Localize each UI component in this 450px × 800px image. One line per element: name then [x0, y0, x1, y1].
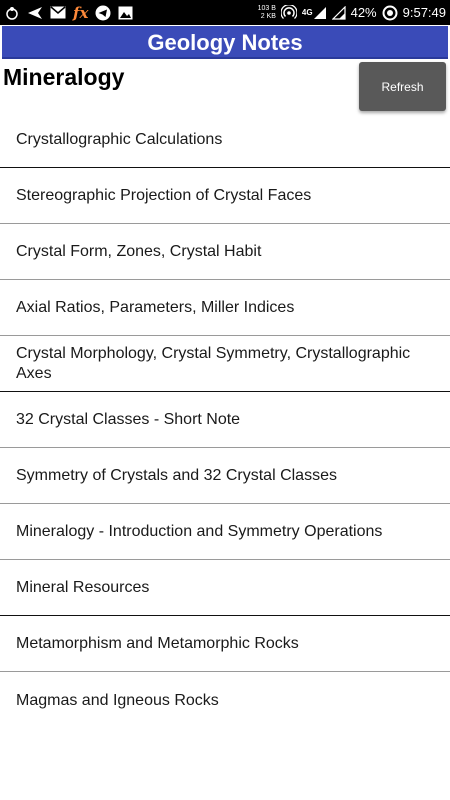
page-title: Mineralogy	[3, 64, 125, 90]
list-item[interactable]: Mineral Resources	[0, 560, 450, 616]
hotspot-icon	[280, 0, 297, 25]
list-item-label: Mineralogy - Introduction and Symmetry O…	[16, 522, 383, 540]
status-bar-notifications: fx	[4, 0, 133, 25]
refresh-button[interactable]: Refresh	[359, 62, 446, 111]
network-speed-value: 103 B	[257, 4, 276, 12]
app-bar: Geology Notes	[2, 26, 448, 59]
network-speed: 103 B 2 KB	[258, 5, 276, 21]
list-item[interactable]: Symmetry of Crystals and 32 Crystal Clas…	[0, 448, 450, 504]
signal-icon: 4G	[302, 0, 327, 25]
clock: 9:57:49	[402, 5, 446, 20]
fx-icon: fx	[73, 3, 89, 22]
list-item-label: Mineral Resources	[16, 578, 150, 596]
send-icon	[27, 0, 43, 25]
status-bar-system: 103 B 2 KB 4G 42% 9:57:49	[258, 0, 446, 25]
list-item[interactable]: Stereographic Projection of Crystal Face…	[0, 168, 450, 224]
list-item-label: Crystal Form, Zones, Crystal Habit	[16, 242, 262, 260]
list-item-label: Metamorphism and Metamorphic Rocks	[16, 634, 299, 652]
list-item[interactable]: Crystal Form, Zones, Crystal Habit	[0, 224, 450, 280]
network-type: 4G	[301, 8, 313, 17]
list-item[interactable]: Metamorphism and Metamorphic Rocks	[0, 616, 450, 672]
telegram-icon	[95, 0, 111, 25]
list-item[interactable]: 32 Crystal Classes - Short Note	[0, 392, 450, 448]
battery-percent: 42%	[350, 5, 377, 20]
app-icon	[4, 0, 20, 25]
list-item[interactable]: Axial Ratios, Parameters, Miller Indices	[0, 280, 450, 336]
list-item[interactable]: Crystal Morphology, Crystal Symmetry, Cr…	[0, 336, 450, 392]
list-item[interactable]: Magmas and Igneous Rocks	[0, 672, 450, 712]
list-item-label: 32 Crystal Classes - Short Note	[16, 410, 241, 428]
list-item[interactable]: Mineralogy - Introduction and Symmetry O…	[0, 504, 450, 560]
topic-list: Crystallographic Calculations Stereograp…	[0, 112, 450, 712]
list-item-label: Crystallographic Calculations	[16, 130, 223, 148]
list-item-label: Magmas and Igneous Rocks	[16, 692, 219, 709]
network-speed-unit: 2 KB	[260, 12, 276, 20]
list-item-label: Axial Ratios, Parameters, Miller Indices	[16, 298, 295, 316]
signal-icon-2	[331, 0, 346, 25]
list-item-label: Symmetry of Crystals and 32 Crystal Clas…	[16, 466, 337, 484]
list-item-label: Stereographic Projection of Crystal Face…	[16, 186, 312, 204]
mail-icon	[50, 0, 66, 25]
battery-icon	[382, 0, 398, 25]
status-bar: fx 103 B 2 KB 4G 42% 9:57:49	[0, 0, 450, 25]
list-item-label: Crystal Morphology, Crystal Symmetry, Cr…	[16, 344, 411, 382]
image-icon	[118, 0, 133, 25]
app-title: Geology Notes	[147, 30, 303, 55]
list-item[interactable]: Crystallographic Calculations	[0, 112, 450, 168]
